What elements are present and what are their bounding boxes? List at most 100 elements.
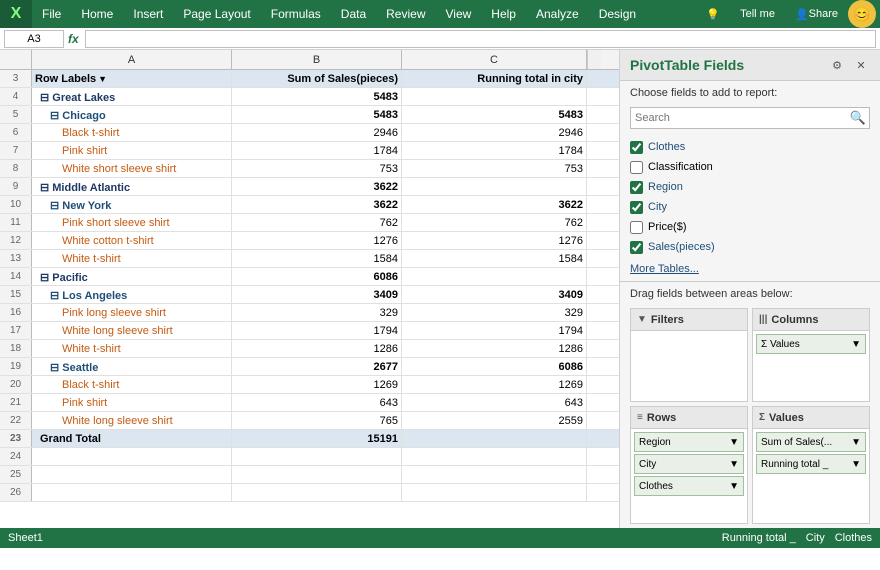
field-label-price[interactable]: Price($): [648, 221, 687, 233]
cell-b6[interactable]: 2946: [232, 124, 402, 142]
field-checkbox-price[interactable]: [630, 221, 643, 234]
cell-a5[interactable]: ⊟ Chicago: [32, 106, 232, 124]
cell-a23[interactable]: Grand Total: [32, 430, 232, 448]
cell-b18[interactable]: 1286: [232, 340, 402, 358]
values-sum-dropdown[interactable]: ▼: [851, 437, 861, 448]
cell-b8[interactable]: 753: [232, 160, 402, 178]
menu-file[interactable]: File: [32, 0, 71, 28]
cell-a20[interactable]: Black t-shirt: [32, 376, 232, 394]
cell-b5[interactable]: 5483: [232, 106, 402, 124]
menu-insert[interactable]: Insert: [123, 0, 173, 28]
values-tag-running[interactable]: Running total _ ▼: [756, 454, 866, 474]
cell-a11[interactable]: Pink short sleeve shirt: [32, 214, 232, 232]
menu-view[interactable]: View: [436, 0, 482, 28]
rows-tag-clothes[interactable]: Clothes ▼: [634, 476, 744, 496]
cell-b14[interactable]: 6086: [232, 268, 402, 286]
cell-c21[interactable]: 643: [402, 394, 587, 412]
cell-b15[interactable]: 3409: [232, 286, 402, 304]
menu-lightbulb[interactable]: 💡: [696, 0, 730, 28]
cell-c24[interactable]: [402, 448, 587, 466]
pivot-search-input[interactable]: [630, 107, 870, 129]
cell-a16[interactable]: Pink long sleeve shirt: [32, 304, 232, 322]
cell-c25[interactable]: [402, 466, 587, 484]
cell-a26[interactable]: [32, 484, 232, 502]
cell-c23[interactable]: [402, 430, 587, 448]
col-header-a[interactable]: A: [32, 50, 232, 70]
menu-analyze[interactable]: Analyze: [526, 0, 589, 28]
cell-a13[interactable]: White t-shirt: [32, 250, 232, 268]
cell-c26[interactable]: [402, 484, 587, 502]
menu-tell-me[interactable]: Tell me: [730, 0, 785, 28]
cell-b21[interactable]: 643: [232, 394, 402, 412]
field-label-classification[interactable]: Classification: [648, 161, 713, 173]
cell-c10[interactable]: 3622: [402, 196, 587, 214]
cell-b25[interactable]: [232, 466, 402, 484]
rows-clothes-dropdown[interactable]: ▼: [729, 481, 739, 492]
pivot-settings-icon[interactable]: ⚙: [828, 56, 846, 74]
field-checkbox-sales[interactable]: [630, 241, 643, 254]
cell-b11[interactable]: 762: [232, 214, 402, 232]
cell-a15[interactable]: ⊟ Los Angeles: [32, 286, 232, 304]
pivot-close-icon[interactable]: ✕: [852, 56, 870, 74]
field-checkbox-clothes[interactable]: [630, 141, 643, 154]
cell-c19[interactable]: 6086: [402, 358, 587, 376]
cell-b26[interactable]: [232, 484, 402, 502]
name-box[interactable]: [4, 30, 64, 48]
cell-c4[interactable]: [402, 88, 587, 106]
cell-c5[interactable]: 5483: [402, 106, 587, 124]
formula-input[interactable]: [85, 30, 876, 48]
row-labels-dropdown[interactable]: ▼: [98, 74, 107, 84]
field-label-city[interactable]: City: [648, 201, 667, 213]
field-label-clothes[interactable]: Clothes: [648, 141, 685, 153]
cell-c12[interactable]: 1276: [402, 232, 587, 250]
menu-design[interactable]: Design: [589, 0, 646, 28]
cell-c8[interactable]: 753: [402, 160, 587, 178]
status-sheet-tab[interactable]: Sheet1: [8, 532, 43, 544]
cell-b17[interactable]: 1794: [232, 322, 402, 340]
cell-b23[interactable]: 15191: [232, 430, 402, 448]
cell-b7[interactable]: 1784: [232, 142, 402, 160]
cell-b16[interactable]: 329: [232, 304, 402, 322]
cell-a14[interactable]: ⊟ Pacific: [32, 268, 232, 286]
field-label-sales[interactable]: Sales(pieces): [648, 241, 715, 253]
cell-b13[interactable]: 1584: [232, 250, 402, 268]
cell-a6[interactable]: Black t-shirt: [32, 124, 232, 142]
columns-tag-dropdown[interactable]: ▼: [851, 339, 861, 350]
col-header-b[interactable]: B: [232, 50, 402, 70]
cell-a7[interactable]: Pink shirt: [32, 142, 232, 160]
cell-c17[interactable]: 1794: [402, 322, 587, 340]
cell-a24[interactable]: [32, 448, 232, 466]
cell-b24[interactable]: [232, 448, 402, 466]
menu-share[interactable]: 👤 Share: [785, 0, 848, 28]
field-checkbox-classification[interactable]: [630, 161, 643, 174]
values-tag-sum-sales[interactable]: Sum of Sales(... ▼: [756, 432, 866, 452]
menu-page-layout[interactable]: Page Layout: [173, 0, 260, 28]
cell-a19[interactable]: ⊟ Seattle: [32, 358, 232, 376]
cell-a17[interactable]: White long sleeve shirt: [32, 322, 232, 340]
cell-a18[interactable]: White t-shirt: [32, 340, 232, 358]
cell-b12[interactable]: 1276: [232, 232, 402, 250]
cell-c11[interactable]: 762: [402, 214, 587, 232]
rows-region-dropdown[interactable]: ▼: [729, 437, 739, 448]
cell-c22[interactable]: 2559: [402, 412, 587, 430]
cell-b19[interactable]: 2677: [232, 358, 402, 376]
cell-b20[interactable]: 1269: [232, 376, 402, 394]
cell-b10[interactable]: 3622: [232, 196, 402, 214]
field-checkbox-city[interactable]: [630, 201, 643, 214]
area-filters-content[interactable]: [631, 331, 747, 401]
cell-b4[interactable]: 5483: [232, 88, 402, 106]
field-label-region[interactable]: Region: [648, 181, 683, 193]
menu-data[interactable]: Data: [331, 0, 376, 28]
cell-c16[interactable]: 329: [402, 304, 587, 322]
cell-a22[interactable]: White long sleeve shirt: [32, 412, 232, 430]
cell-a4[interactable]: ⊟ Great Lakes: [32, 88, 232, 106]
cell-c13[interactable]: 1584: [402, 250, 587, 268]
cell-c7[interactable]: 1784: [402, 142, 587, 160]
cell-c20[interactable]: 1269: [402, 376, 587, 394]
menu-formulas[interactable]: Formulas: [261, 0, 331, 28]
cell-a8[interactable]: White short sleeve shirt: [32, 160, 232, 178]
columns-tag-values[interactable]: Σ Values ▼: [756, 334, 866, 354]
cell-a9[interactable]: ⊟ Middle Atlantic: [32, 178, 232, 196]
cell-b22[interactable]: 765: [232, 412, 402, 430]
col-header-c[interactable]: C: [402, 50, 587, 70]
